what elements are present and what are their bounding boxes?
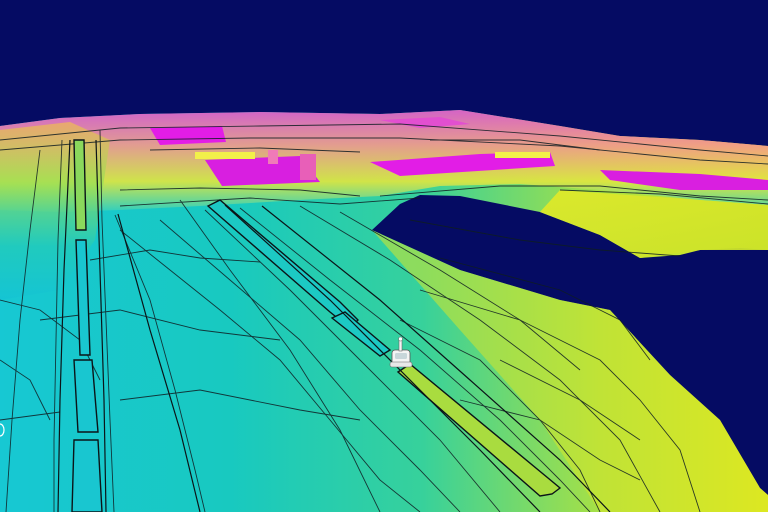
median-left-3 (71, 439, 103, 512)
building-tower-1 (268, 150, 278, 164)
building-block-left (150, 126, 226, 145)
median-left-top (73, 139, 87, 231)
3d-terrain-viewport[interactable] (0, 0, 768, 512)
terrain-render[interactable] (0, 0, 768, 512)
yellow-roof-2 (495, 152, 550, 158)
yellow-roof-1 (195, 152, 255, 159)
building-tower-2 (300, 154, 316, 180)
